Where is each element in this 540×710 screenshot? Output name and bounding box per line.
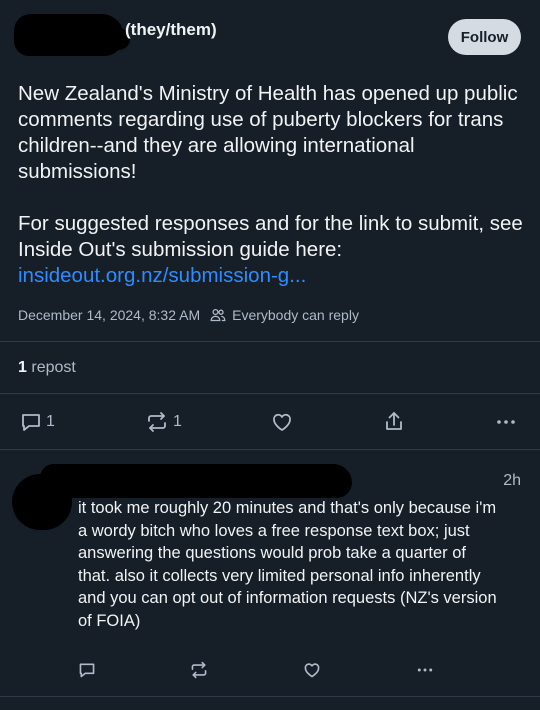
divider bbox=[0, 393, 540, 394]
post-text-para2-text: For suggested responses and for the link… bbox=[18, 212, 523, 261]
repost-action-count: 1 bbox=[173, 413, 182, 430]
repost-button[interactable]: 1 bbox=[145, 411, 182, 433]
redacted-author-tail bbox=[60, 28, 130, 50]
follow-button[interactable]: Follow bbox=[448, 19, 521, 55]
more-icon bbox=[417, 668, 433, 672]
reply-count: 1 bbox=[46, 413, 55, 430]
post-text-para1: New Zealand's Ministry of Health has ope… bbox=[18, 82, 518, 183]
like-icon bbox=[304, 663, 320, 678]
share-button[interactable] bbox=[382, 410, 406, 434]
post-meta: December 14, 2024, 8:32 AM Everybody can… bbox=[18, 307, 359, 323]
repost-count-label: repost bbox=[31, 359, 76, 376]
reply-icon bbox=[79, 663, 95, 678]
post-body: New Zealand's Ministry of Health has ope… bbox=[18, 81, 528, 289]
reply-icon bbox=[22, 414, 40, 431]
reply-setting[interactable]: Everybody can reply bbox=[232, 307, 359, 323]
people-icon bbox=[210, 308, 226, 322]
repost-icon bbox=[148, 412, 166, 432]
post-text-para2: For suggested responses and for the link… bbox=[18, 211, 528, 289]
like-icon bbox=[273, 413, 291, 431]
repost-icon bbox=[191, 661, 207, 679]
author-pronouns: (they/them) bbox=[125, 20, 217, 39]
post-link[interactable]: insideout.org.nz/submission-g... bbox=[18, 264, 306, 287]
post-date: December 14, 2024, 8:32 AM bbox=[18, 307, 201, 323]
reply-reply-button[interactable] bbox=[78, 661, 96, 679]
reply-like-button[interactable] bbox=[302, 661, 322, 679]
more-button[interactable] bbox=[494, 411, 518, 433]
like-button[interactable] bbox=[270, 411, 294, 433]
reply-repost-button[interactable] bbox=[189, 661, 209, 679]
more-icon bbox=[497, 420, 515, 424]
divider bbox=[0, 449, 540, 450]
reply-body: it took me roughly 20 minutes and that's… bbox=[78, 499, 497, 630]
reply-time: 2h bbox=[503, 472, 521, 489]
share-icon bbox=[386, 412, 402, 430]
main-post: (they/them) Follow New Zealand's Ministr… bbox=[0, 0, 540, 450]
repost-count[interactable]: 1 repost bbox=[18, 359, 76, 377]
reply-more-button[interactable] bbox=[414, 661, 436, 679]
divider bbox=[0, 341, 540, 342]
redacted-reply-name bbox=[40, 464, 352, 498]
divider bbox=[0, 696, 540, 697]
reply-button[interactable]: 1 bbox=[20, 411, 55, 433]
repost-count-number: 1 bbox=[18, 359, 27, 376]
